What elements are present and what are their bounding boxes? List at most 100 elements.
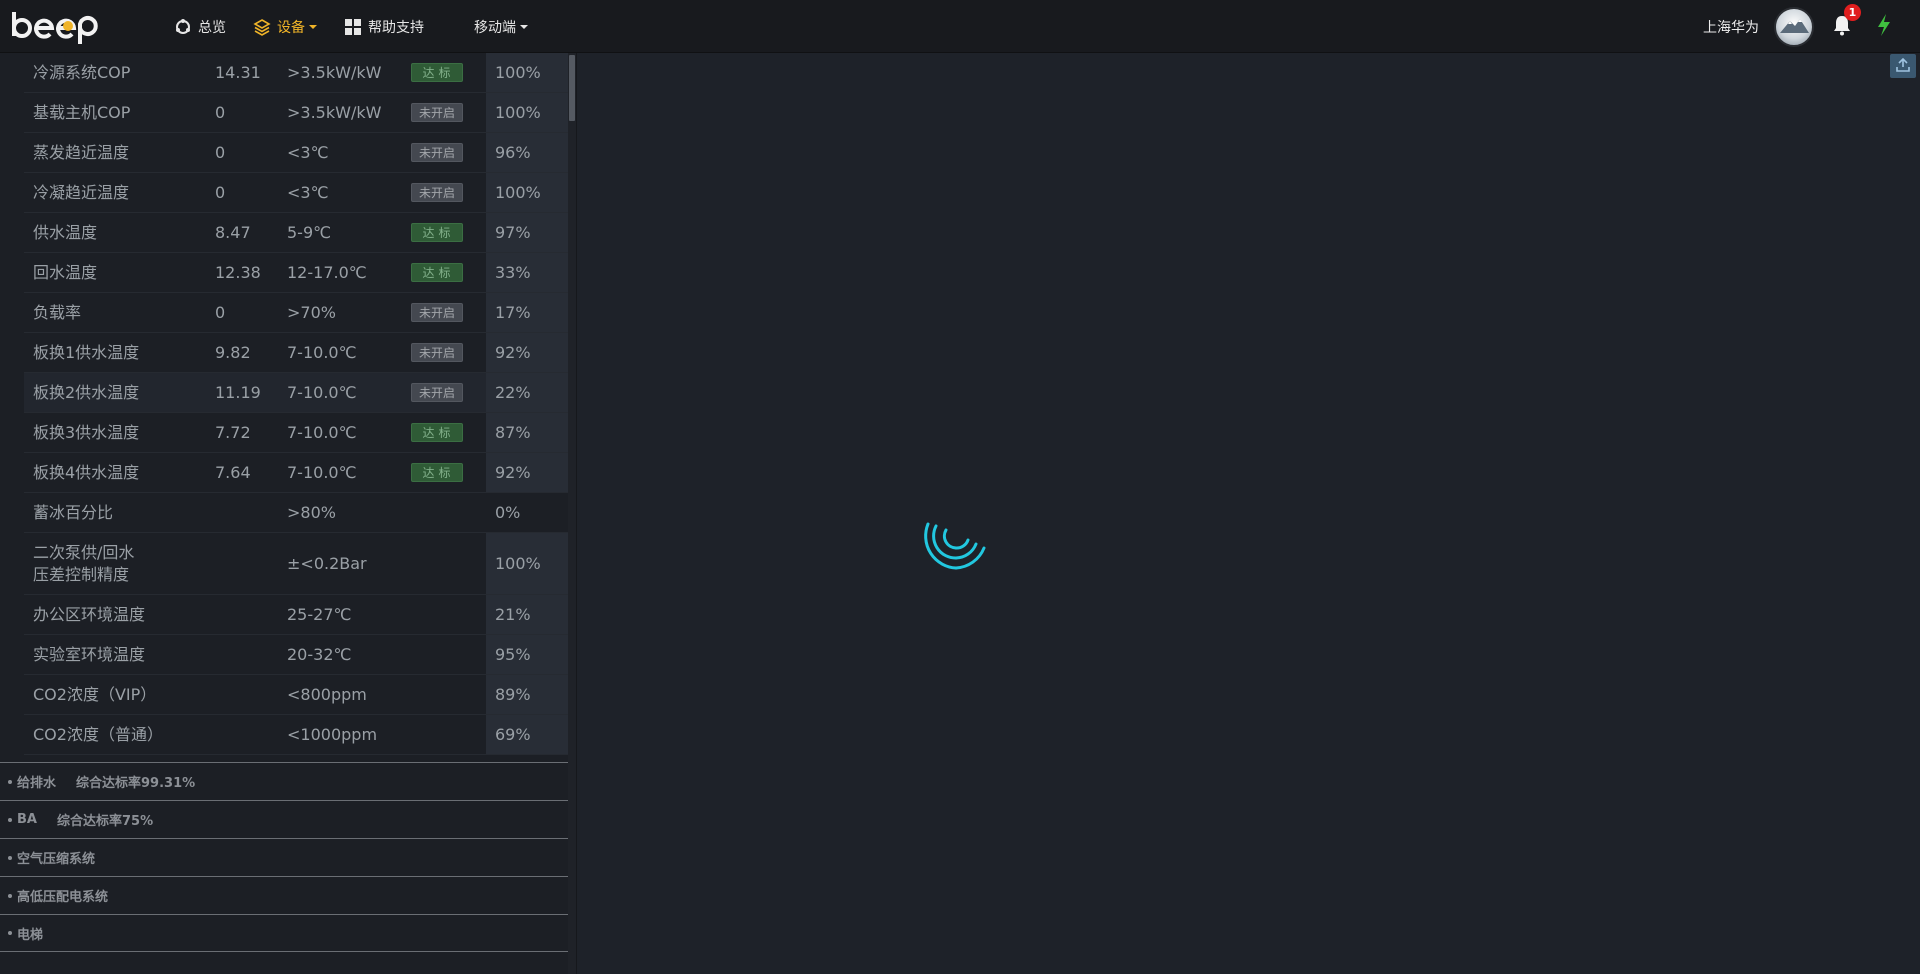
avatar[interactable]	[1774, 6, 1814, 47]
metric-standard: >70%	[287, 303, 336, 322]
table-row[interactable]: 板换2供水温度 11.19 7-10.0℃ 未开启 22%	[24, 373, 568, 413]
section-header[interactable]: 空气压缩系统	[0, 838, 568, 876]
table-row[interactable]: 板换3供水温度 7.72 7-10.0℃ 达标 87%	[24, 413, 568, 453]
metric-name: CO2浓度（普通）	[33, 724, 163, 744]
table-row[interactable]: 实验室环境温度 20-32℃ 95%	[24, 635, 568, 675]
metric-name: 实验室环境温度	[33, 644, 146, 664]
table-row[interactable]: 蒸发趋近温度 0 <3℃ 未开启 96%	[24, 133, 568, 173]
user-area: 上海华为	[1703, 0, 1759, 53]
metric-standard: <800ppm	[287, 685, 367, 704]
table-row[interactable]: 二次泵供/回水压差控制精度 ±<0.2Bar 100%	[24, 533, 568, 595]
metric-standard: <3℃	[287, 143, 329, 162]
scrollbar-thumb[interactable]	[569, 55, 575, 121]
metric-standard: >3.5kW/kW	[287, 63, 382, 82]
status-badge: 未开启	[411, 303, 463, 322]
metric-rate: 100%	[486, 53, 568, 92]
metric-standard: 7-10.0℃	[287, 383, 357, 402]
metric-name: 板换4供水温度	[33, 462, 140, 482]
kpi-table: 冷源系统COP 14.31 >3.5kW/kW 达标 100% 基载主机COP 0 >3.5k…	[24, 53, 568, 755]
table-row[interactable]: CO2浓度（VIP） <800ppm 89%	[24, 675, 568, 715]
metric-standard: <3℃	[287, 183, 329, 202]
status-badge: 达标	[411, 263, 463, 282]
metric-standard: ±<0.2Bar	[287, 554, 367, 573]
section-header[interactable]: 给排水 综合达标率99.31%	[0, 762, 568, 800]
table-row[interactable]: 办公区环境温度 25-27℃ 21%	[24, 595, 568, 635]
metric-standard: 20-32℃	[287, 645, 352, 664]
table-row[interactable]: 冷源系统COP 14.31 >3.5kW/kW 达标 100%	[24, 53, 568, 93]
metric-rate: 100%	[486, 533, 568, 594]
export-button[interactable]	[1890, 54, 1916, 78]
lightning-icon	[1876, 13, 1892, 41]
metric-standard: 25-27℃	[287, 605, 352, 624]
metric-standard: 12-17.0℃	[287, 263, 367, 282]
table-row[interactable]: CO2浓度（普通） <1000ppm 69%	[24, 715, 568, 755]
table-row[interactable]: 冷凝趋近温度 0 <3℃ 未开启 100%	[24, 173, 568, 213]
status-cell: 达标	[411, 453, 463, 492]
status-cell: 未开启	[411, 133, 463, 172]
avatar-wrap	[1774, 0, 1814, 53]
metric-value: 11.19	[215, 383, 261, 402]
metric-value: 0	[215, 303, 226, 322]
user-name[interactable]: 上海华为	[1703, 17, 1759, 37]
status-badge: 未开启	[411, 143, 463, 162]
section-header[interactable]: 高低压配电系统	[0, 876, 568, 914]
table-row[interactable]: 基载主机COP 0 >3.5kW/kW 未开启 100%	[24, 93, 568, 133]
table-row[interactable]: 板换1供水温度 9.82 7-10.0℃ 未开启 92%	[24, 333, 568, 373]
nav-overview-label: 总览	[198, 19, 226, 36]
metric-name: 冷源系统COP	[33, 62, 131, 82]
nav-help[interactable]: 帮助支持	[344, 0, 424, 53]
metric-name: 板换3供水温度	[33, 422, 140, 442]
metric-rate: 17%	[486, 293, 568, 332]
section-header[interactable]: 电梯	[0, 914, 568, 952]
section-rate: 综合达标率75%	[56, 814, 154, 829]
metric-value: 0	[215, 183, 226, 202]
metric-name: 冷凝趋近温度	[33, 182, 130, 202]
status-badge: 未开启	[411, 183, 463, 202]
metric-rate: 87%	[486, 413, 568, 452]
metric-rate: 33%	[486, 253, 568, 292]
metric-rate: 69%	[486, 715, 568, 754]
notification-badge: 1	[1844, 4, 1861, 21]
table-row[interactable]: 负载率 0 >70% 未开启 17%	[24, 293, 568, 333]
table-row[interactable]: 板换4供水温度 7.64 7-10.0℃ 达标 92%	[24, 453, 568, 493]
table-row[interactable]: 供水温度 8.47 5-9℃ 达标 97%	[24, 213, 568, 253]
metric-rate: 95%	[486, 635, 568, 674]
loading-spinner-icon	[924, 522, 986, 570]
metric-rate: 100%	[486, 173, 568, 212]
section-title: 高低压配电系统	[17, 890, 109, 905]
bullet-icon	[8, 893, 12, 898]
metric-value: 8.47	[215, 223, 251, 242]
metric-value: 0	[215, 103, 226, 122]
nav-devices[interactable]: 设备	[253, 0, 317, 53]
metric-name: 板换2供水温度	[33, 382, 140, 402]
metric-name: 蒸发趋近温度	[33, 142, 130, 162]
section-rate: 综合达标率99.31%	[76, 776, 196, 791]
status-badge: 未开启	[411, 383, 463, 402]
metric-value: 0	[215, 143, 226, 162]
nav-help-label: 帮助支持	[368, 19, 424, 36]
status-cell: 未开启	[411, 173, 463, 212]
metric-rate: 89%	[486, 675, 568, 714]
table-row[interactable]: 回水温度 12.38 12-17.0℃ 达标 33%	[24, 253, 568, 293]
nav-devices-label: 设备	[277, 19, 305, 36]
nav-mobile[interactable]: 移动端	[474, 0, 528, 53]
section-title: BA	[17, 812, 37, 827]
metric-rate: 92%	[486, 453, 568, 492]
grid-icon	[344, 18, 362, 36]
status-badge: 达标	[411, 463, 463, 482]
metric-value: 14.31	[215, 63, 261, 82]
power-status[interactable]	[1876, 0, 1892, 53]
beep-logo[interactable]	[10, 6, 100, 46]
system-sections: 给排水 综合达标率99.31% BA 综合达标率75% 空气压缩系统高低压配电系统 电梯	[0, 762, 568, 952]
nav-overview[interactable]: 总览	[174, 0, 226, 53]
metric-name: 板换1供水温度	[33, 342, 140, 362]
metric-name: 负载率	[33, 302, 82, 322]
bullet-icon	[8, 931, 12, 935]
metric-rate: 21%	[486, 595, 568, 634]
table-row[interactable]: 蓄冰百分比 >80% 0%	[24, 493, 568, 533]
scrollbar-track[interactable]	[568, 53, 576, 974]
section-title: 电梯	[17, 927, 44, 943]
status-cell: 未开启	[411, 373, 463, 412]
section-header[interactable]: BA 综合达标率75%	[0, 800, 568, 838]
status-cell: 达标	[411, 413, 463, 452]
